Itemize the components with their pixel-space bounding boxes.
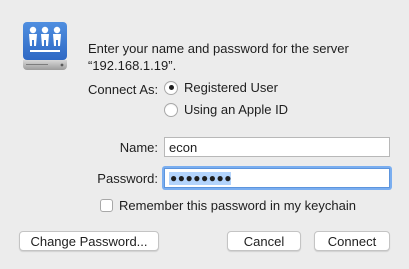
radio-apple-id[interactable]: Using an Apple ID: [164, 102, 288, 117]
radio-registered-user-label: Registered User: [184, 80, 278, 95]
connect-as-label: Connect As:: [88, 82, 159, 97]
dialog-prompt: Enter your name and password for the ser…: [88, 40, 388, 74]
password-field[interactable]: ●●●●●●●●: [164, 168, 390, 188]
radio-button[interactable]: [164, 102, 178, 117]
connect-to-server-dialog: Enter your name and password for the ser…: [0, 0, 409, 269]
name-field[interactable]: [164, 137, 390, 157]
remember-password-label: Remember this password in my keychain: [119, 198, 356, 213]
radio-apple-id-label: Using an Apple ID: [184, 102, 289, 117]
change-password-button[interactable]: Change Password...: [19, 231, 159, 251]
name-label: Name:: [119, 140, 158, 155]
password-focus-ring: ●●●●●●●●: [162, 166, 392, 190]
password-mask: ●●●●●●●●: [170, 171, 232, 185]
shared-server-icon: [20, 20, 70, 76]
password-label: Password:: [97, 171, 158, 186]
remember-password-checkbox[interactable]: [100, 199, 113, 212]
radio-button-selected[interactable]: [164, 80, 178, 95]
prompt-line-2: “192.168.1.19”.: [88, 58, 177, 73]
remember-password-row[interactable]: Remember this password in my keychain: [100, 198, 356, 213]
cancel-button[interactable]: Cancel: [227, 231, 301, 251]
connect-button[interactable]: Connect: [314, 231, 390, 251]
prompt-line-1: Enter your name and password for the ser…: [88, 41, 349, 56]
radio-registered-user[interactable]: Registered User: [164, 80, 278, 95]
